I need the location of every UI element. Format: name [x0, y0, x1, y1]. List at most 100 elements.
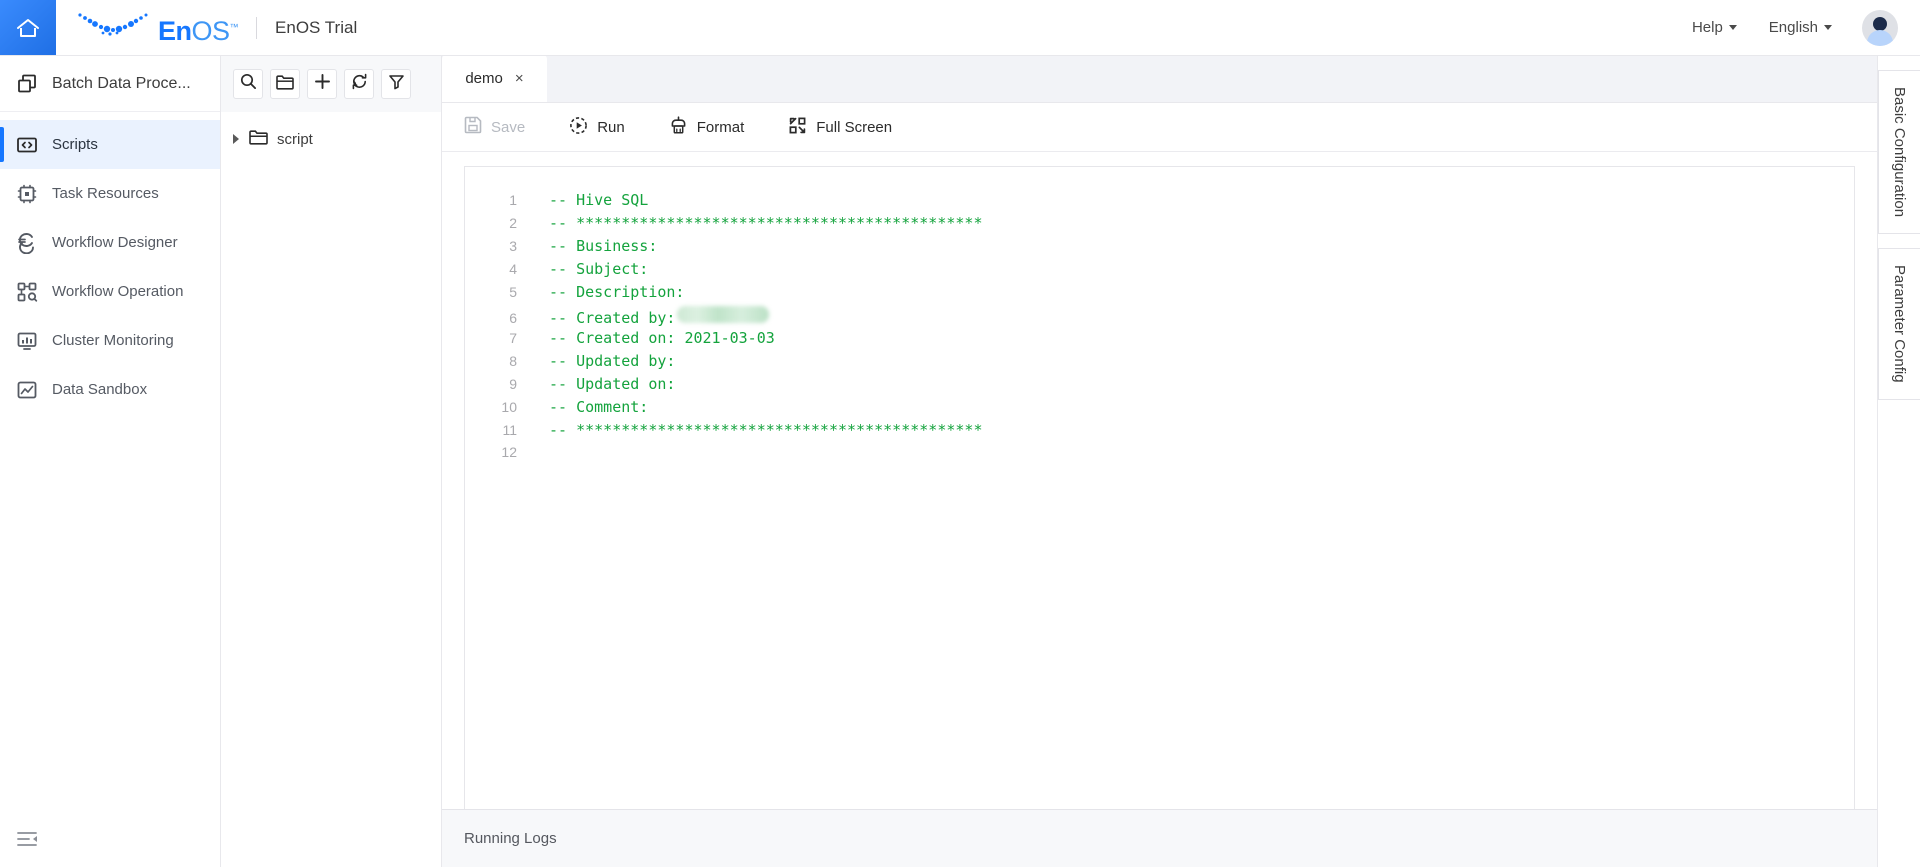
line-text: -- Created on: 2021-03-03 [549, 329, 775, 347]
line-text: -- *************************************… [549, 421, 983, 439]
close-icon[interactable]: × [515, 71, 524, 86]
sidebar-item-cluster-monitoring[interactable]: Cluster Monitoring [0, 316, 220, 365]
code-line: 4 -- Subject: [465, 260, 1854, 283]
code-line: 6 -- Created by: [465, 306, 1854, 329]
line-number: 11 [502, 422, 517, 438]
line-text: -- Updated by: [549, 352, 676, 370]
tab-demo[interactable]: demo × [442, 55, 547, 102]
chevron-down-icon [1824, 25, 1832, 30]
editor-area: demo × Save Run Format Full Screen 1 -- … [442, 55, 1877, 867]
language-label: English [1768, 19, 1818, 36]
logo-en: En [158, 16, 192, 46]
chip-icon [16, 183, 38, 205]
line-number: 2 [509, 215, 517, 231]
filter-icon [388, 73, 405, 95]
running-logs-panel[interactable]: Running Logs [442, 809, 1877, 867]
left-navigation: Batch Data Proce... Scripts Task Resourc… [0, 56, 221, 867]
sidebar-item-task-resources[interactable]: Task Resources [0, 169, 220, 218]
format-brush-icon [669, 115, 688, 139]
brand-area: EnOS™ EnOS Trial [56, 0, 357, 55]
line-number: 1 [509, 192, 517, 208]
code-line: 3 -- Business: [465, 237, 1854, 260]
line-number: 3 [509, 238, 517, 254]
new-folder-button[interactable] [270, 69, 300, 99]
enos-logo: EnOS™ [74, 8, 239, 47]
help-label: Help [1691, 19, 1723, 36]
code-line: 2 -- ***********************************… [465, 214, 1854, 237]
tree-toolbar [221, 56, 441, 112]
code-brackets-icon [16, 134, 38, 156]
brand-divider [256, 16, 258, 39]
tab-basic-configuration[interactable]: Basic Configuration [1878, 70, 1920, 235]
avatar[interactable] [1862, 9, 1898, 46]
running-logs-label: Running Logs [464, 830, 557, 847]
code-line: 8 -- Updated by: [465, 352, 1854, 375]
flow-designer-icon [16, 232, 38, 254]
editor-wrap: 1 -- Hive SQL 2 -- *********************… [442, 152, 1877, 809]
logo-smile-icon [74, 8, 152, 47]
tab-label: Basic Configuration [1891, 87, 1908, 218]
editor-toolbar: Save Run Format Full Screen [442, 103, 1877, 152]
flow-operation-icon [16, 281, 38, 303]
chevron-right-icon[interactable] [233, 134, 239, 144]
search-icon [240, 73, 257, 95]
filter-button[interactable] [381, 69, 411, 99]
fullscreen-label: Full Screen [816, 118, 893, 136]
module-title: Batch Data Proce... [52, 74, 191, 92]
save-icon [464, 116, 482, 138]
home-icon [15, 16, 41, 40]
code-line: 1 -- Hive SQL [465, 191, 1854, 214]
code-line: 9 -- Updated on: [465, 375, 1854, 398]
line-number: 10 [501, 399, 517, 415]
redacted-username [677, 306, 770, 323]
sidebar-item-workflow-designer[interactable]: Workflow Designer [0, 218, 220, 267]
home-button[interactable] [0, 0, 56, 55]
line-text: -- Description: [549, 283, 685, 301]
fullscreen-button[interactable]: Full Screen [788, 116, 914, 139]
sidebar-item-label: Data Sandbox [52, 381, 148, 398]
line-text: -- Updated on: [549, 375, 676, 393]
collapse-sidebar-icon [16, 828, 38, 850]
stack-icon [16, 73, 38, 95]
sidebar-item-label: Task Resources [52, 185, 159, 202]
save-button[interactable]: Save [464, 116, 547, 138]
format-button[interactable]: Format [669, 115, 767, 139]
body-row: Batch Data Proce... Scripts Task Resourc… [0, 55, 1920, 867]
tree-node-label: script [277, 130, 313, 148]
line-text: -- *************************************… [549, 214, 983, 232]
language-menu[interactable]: English [1753, 19, 1848, 36]
module-header[interactable]: Batch Data Proce... [0, 56, 220, 112]
code-editor[interactable]: 1 -- Hive SQL 2 -- *********************… [464, 166, 1855, 809]
tree-node-script[interactable]: script [221, 122, 441, 156]
logo-trademark: ™ [229, 22, 239, 32]
line-text: -- Hive SQL [549, 191, 649, 209]
editor-tabbar: demo × [442, 55, 1877, 103]
tab-parameter-config[interactable]: Parameter Config [1878, 248, 1920, 400]
code-line: 12 [465, 444, 1854, 467]
line-text: -- Business: [549, 237, 658, 255]
sidebar-item-data-sandbox[interactable]: Data Sandbox [0, 365, 220, 414]
right-panel-tabs: Basic Configuration Parameter Config [1877, 56, 1920, 867]
run-button[interactable]: Run [569, 116, 647, 139]
avatar-body [1867, 29, 1893, 46]
help-menu[interactable]: Help [1676, 19, 1753, 36]
folder-icon [249, 129, 268, 150]
format-label: Format [696, 118, 745, 136]
code-line: 11 -- **********************************… [465, 421, 1854, 444]
sidebar-item-scripts[interactable]: Scripts [0, 120, 220, 169]
search-button[interactable] [233, 69, 263, 99]
line-number: 6 [509, 310, 517, 326]
sidebar-item-label: Cluster Monitoring [52, 332, 174, 349]
logo-wordmark: EnOS™ [158, 16, 239, 46]
monitor-chart-icon [16, 330, 38, 352]
add-button[interactable] [307, 69, 337, 99]
plus-icon [314, 73, 331, 95]
sidebar-item-workflow-operation[interactable]: Workflow Operation [0, 267, 220, 316]
save-label: Save [491, 118, 526, 136]
refresh-button[interactable] [344, 69, 374, 99]
sidebar-collapse-button[interactable] [0, 811, 220, 867]
product-title: EnOS Trial [275, 17, 358, 37]
line-number: 4 [509, 261, 517, 277]
line-text: -- Created by: [549, 309, 676, 327]
header-spacer [357, 0, 1676, 55]
